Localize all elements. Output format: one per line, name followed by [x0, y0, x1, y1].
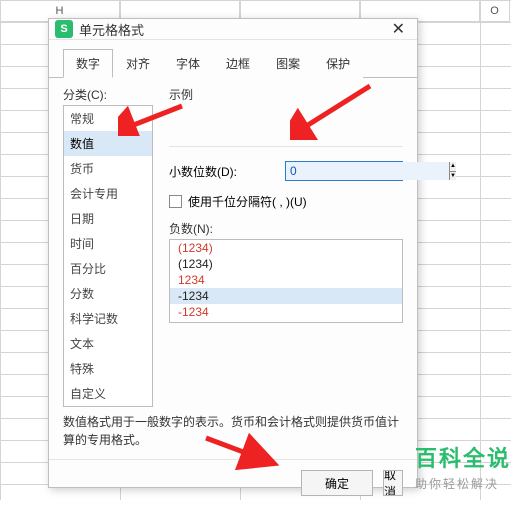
dialog-footer: 确定 取消 — [49, 459, 417, 506]
col-head-o: O — [480, 0, 510, 22]
dialog-body: 分类(C): 常规数值货币会计专用日期时间百分比分数科学记数文本特殊自定义 示例… — [49, 78, 417, 459]
negative-format-item[interactable]: -1234 — [170, 288, 402, 304]
category-item[interactable]: 自定义 — [64, 381, 152, 406]
thousands-separator-row[interactable]: 使用千位分隔符( , )(U) — [169, 193, 403, 210]
spin-down-icon[interactable]: ▼ — [450, 172, 456, 181]
cell-format-dialog: S 单元格格式 ✕ 数字对齐字体边框图案保护 分类(C): 常规数值货币会计专用… — [48, 18, 418, 488]
category-list[interactable]: 常规数值货币会计专用日期时间百分比分数科学记数文本特殊自定义 — [63, 105, 153, 407]
category-item[interactable]: 科学记数 — [64, 306, 152, 331]
category-item[interactable]: 文本 — [64, 331, 152, 356]
negative-format-item[interactable]: (1234) — [170, 256, 402, 272]
negatives-label: 负数(N): — [169, 220, 403, 237]
tab-对齐[interactable]: 对齐 — [113, 49, 163, 78]
watermark-subtitle: 助你轻松解决 — [415, 475, 511, 492]
watermark-title: 百科全说 — [415, 441, 511, 473]
spin-up-icon[interactable]: ▲ — [450, 162, 456, 172]
decimal-places-label: 小数位数(D): — [169, 163, 237, 180]
tab-图案[interactable]: 图案 — [263, 49, 313, 78]
format-hint: 数值格式用于一般数字的表示。货币和会计格式则提供货币值计算的专用格式。 — [63, 407, 403, 449]
negative-format-item[interactable]: -1234 — [170, 304, 402, 320]
category-label: 分类(C): — [63, 86, 153, 103]
category-item[interactable]: 百分比 — [64, 256, 152, 281]
dialog-titlebar[interactable]: S 单元格格式 ✕ — [49, 19, 417, 40]
app-icon: S — [55, 20, 73, 38]
decimal-places-input[interactable] — [286, 162, 449, 180]
thousands-label: 使用千位分隔符( , )(U) — [188, 193, 307, 210]
tab-strip: 数字对齐字体边框图案保护 — [49, 40, 417, 78]
category-item[interactable]: 特殊 — [64, 356, 152, 381]
category-item[interactable]: 时间 — [64, 231, 152, 256]
category-item[interactable]: 数值 — [64, 131, 152, 156]
cancel-button[interactable]: 取消 — [383, 470, 403, 496]
watermark: 百科全说 助你轻松解决 — [415, 441, 511, 492]
category-item[interactable]: 常规 — [64, 106, 152, 131]
dialog-title: 单元格格式 — [79, 20, 386, 39]
category-item[interactable]: 会计专用 — [64, 181, 152, 206]
thousands-checkbox[interactable] — [169, 195, 182, 208]
ok-button[interactable]: 确定 — [301, 470, 373, 496]
example-label: 示例 — [169, 86, 403, 103]
tab-边框[interactable]: 边框 — [213, 49, 263, 78]
decimal-places-spinner[interactable]: ▲ ▼ — [285, 161, 403, 181]
category-item[interactable]: 货币 — [64, 156, 152, 181]
close-button[interactable]: ✕ — [386, 19, 411, 39]
example-box — [169, 105, 403, 147]
tab-数字[interactable]: 数字 — [63, 49, 113, 78]
negative-format-item[interactable]: (1234) — [170, 240, 402, 256]
category-item[interactable]: 分数 — [64, 281, 152, 306]
negative-format-item[interactable]: 1234 — [170, 272, 402, 288]
tab-保护[interactable]: 保护 — [313, 49, 363, 78]
negatives-list[interactable]: (1234)(1234)1234-1234-1234 — [169, 239, 403, 323]
category-item[interactable]: 日期 — [64, 206, 152, 231]
tab-字体[interactable]: 字体 — [163, 49, 213, 78]
